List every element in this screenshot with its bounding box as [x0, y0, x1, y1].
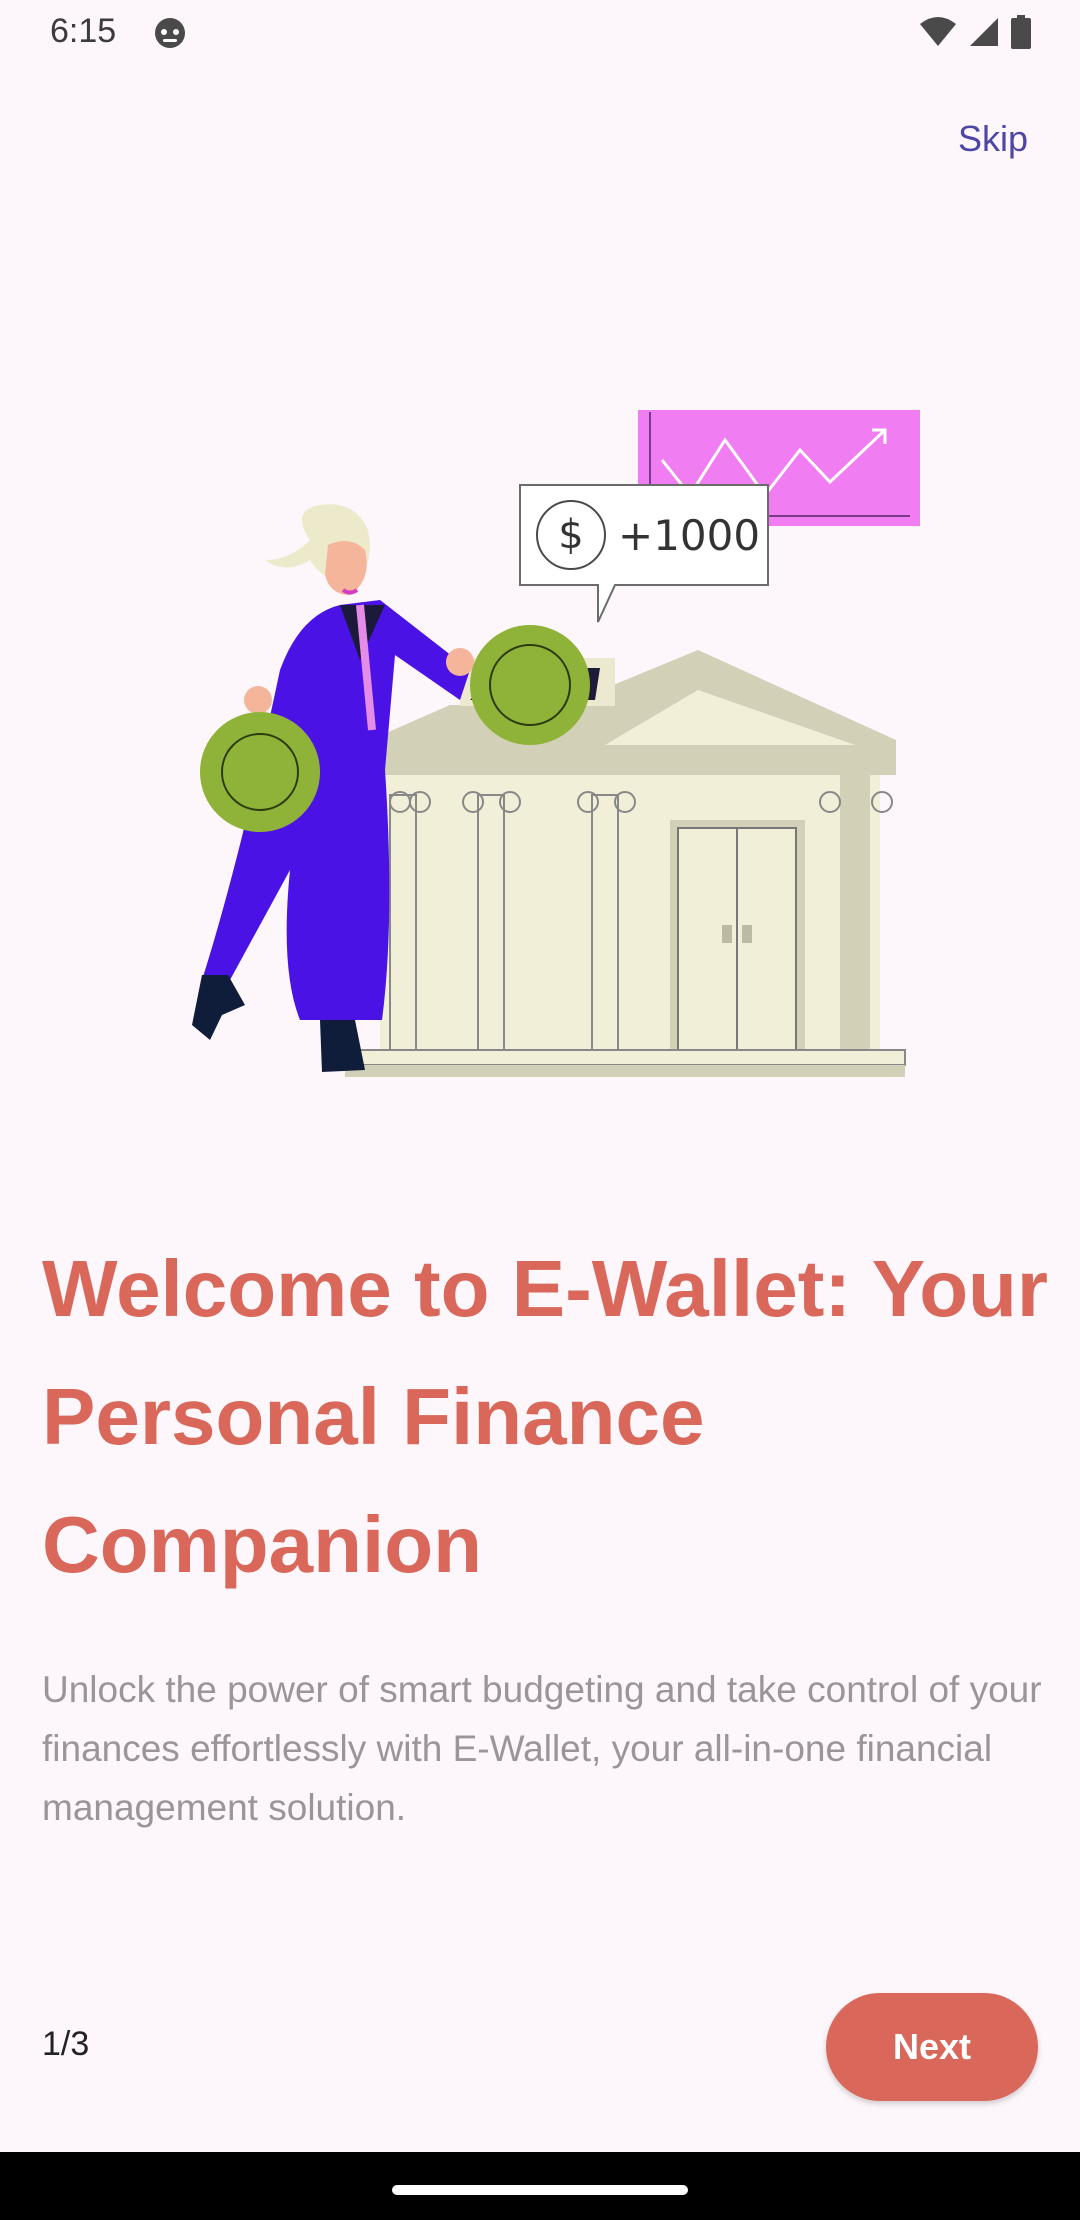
next-button[interactable]: Next: [826, 1993, 1038, 2101]
page-title: Welcome to E-Wallet: Your Personal Finan…: [42, 1244, 1049, 1589]
status-time: 6:15: [50, 12, 117, 50]
status-bar: 6:15: [0, 0, 1080, 66]
page-indicator: 1/3: [42, 2025, 90, 2063]
android-debug-icon: [152, 15, 188, 56]
home-gesture-handle[interactable]: [392, 2185, 688, 2195]
status-icons: [918, 15, 1032, 54]
speech-bubble-text: +1000: [618, 511, 760, 560]
page-subtitle: Unlock the power of smart budgeting and …: [42, 1669, 1042, 1828]
wifi-icon: [918, 16, 958, 53]
onboarding-illustration: $ +1000: [150, 400, 930, 1100]
cellular-signal-icon: [968, 16, 1000, 53]
battery-icon: [1010, 15, 1032, 54]
skip-button[interactable]: Skip: [958, 118, 1028, 160]
currency-symbol-text: $: [558, 512, 583, 558]
